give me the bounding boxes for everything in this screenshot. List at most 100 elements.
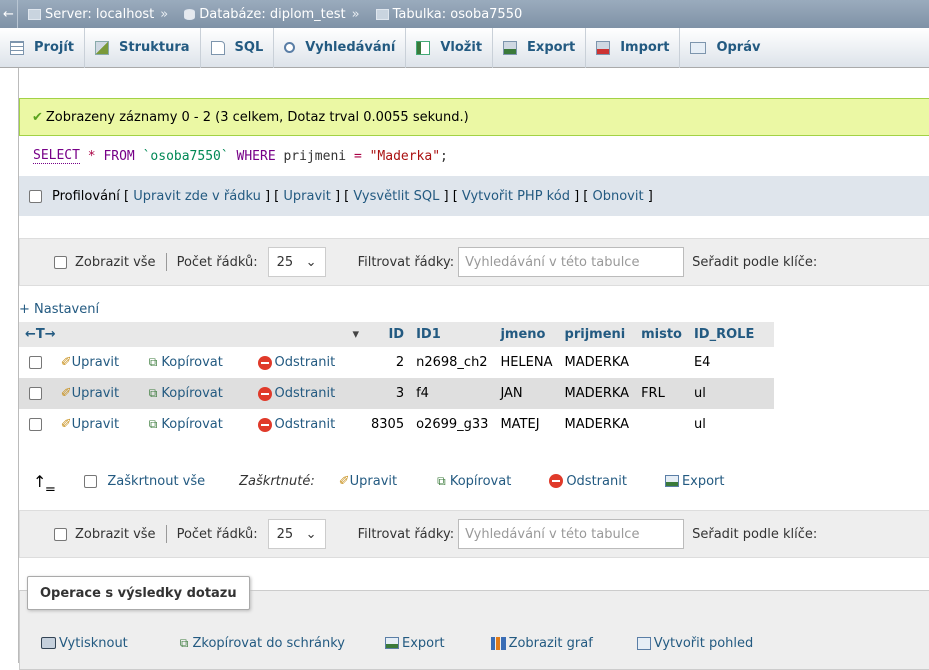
- divider: [165, 525, 167, 543]
- copy-action[interactable]: ⧉ Kopírovat: [142, 378, 252, 409]
- query-operations-title: Operace s výsledky dotazu: [27, 576, 250, 610]
- tab-search[interactable]: Vyhledávání: [274, 27, 407, 68]
- cell-id[interactable]: 2: [365, 347, 411, 378]
- cell-id-role[interactable]: ul: [687, 409, 775, 440]
- column-header-prijmeni[interactable]: prijmeni: [558, 322, 636, 347]
- bulk-delete-button[interactable]: Odstranit: [549, 474, 627, 489]
- rows-select[interactable]: 25 ⌄: [267, 247, 326, 277]
- table-icon: [375, 8, 389, 20]
- column-header-id[interactable]: ID: [365, 322, 411, 347]
- cell-id1[interactable]: o2699_g33: [410, 409, 495, 440]
- view-icon: [636, 636, 651, 650]
- cell-misto[interactable]: [635, 409, 688, 440]
- copy-icon: ⧉: [148, 355, 158, 369]
- sort-label: Seřadit podle klíče:: [692, 254, 818, 270]
- link-refresh[interactable]: Obnovit: [593, 189, 644, 204]
- cell-prijmeni[interactable]: MADERKA: [558, 409, 636, 440]
- print-button[interactable]: Vytisknout: [41, 636, 128, 651]
- bulk-copy-button[interactable]: ⧉ Kopírovat: [437, 474, 511, 489]
- tab-operations[interactable]: Opráv: [680, 28, 770, 68]
- edit-action[interactable]: ✐Upravit: [54, 347, 143, 378]
- settings-link[interactable]: + Nastavení: [19, 302, 99, 317]
- sql-table: `osoba7550`: [142, 148, 229, 164]
- tab-import[interactable]: Import: [586, 27, 681, 68]
- show-all-label[interactable]: Zobrazit vše: [75, 255, 156, 270]
- column-header-id-role[interactable]: ID_ROLE: [687, 322, 775, 347]
- cell-id1[interactable]: n2698_ch2: [410, 347, 495, 378]
- link-create-php[interactable]: Vytvořit PHP kód: [462, 189, 570, 204]
- delete-action[interactable]: Odstranit: [251, 347, 365, 378]
- cell-id-role[interactable]: ul: [687, 378, 775, 409]
- cell-id1[interactable]: f4: [410, 378, 495, 409]
- tab-structure[interactable]: Struktura: [85, 27, 201, 68]
- row-checkbox[interactable]: [29, 356, 42, 369]
- search-icon: [284, 42, 296, 53]
- chevron-down-icon: ⌄: [305, 526, 317, 542]
- tab-menu: Projít Struktura SQL Vyhledávání Vložit …: [0, 27, 929, 68]
- pencil-icon: ✐: [338, 473, 350, 489]
- create-view-button[interactable]: Vytvořit pohled: [636, 636, 753, 651]
- cell-prijmeni[interactable]: MADERKA: [558, 378, 636, 409]
- cell-prijmeni[interactable]: MADERKA: [558, 347, 636, 378]
- breadcrumb-database[interactable]: Databáze: diplom_test: [199, 7, 345, 22]
- breadcrumb-table[interactable]: Tabulka: osoba7550: [393, 7, 523, 22]
- column-header-id1[interactable]: ID1: [410, 322, 495, 347]
- check-all-checkbox[interactable]: [84, 474, 98, 488]
- link-explain-sql[interactable]: Vysvětlit SQL: [353, 189, 439, 204]
- edit-action[interactable]: ✐Upravit: [54, 378, 143, 409]
- filter-label: Filtrovat řádky:: [357, 254, 455, 270]
- table-row: ✐Upravit ⧉ Kopírovat Odstranit 3 f4 JAN …: [19, 378, 775, 409]
- cell-id[interactable]: 8305: [365, 409, 411, 440]
- copy-action[interactable]: ⧉ Kopírovat: [142, 409, 252, 440]
- filter-input[interactable]: Vyhledávání v této tabulce: [458, 247, 685, 277]
- column-arrows-icon[interactable]: ←T→: [25, 327, 56, 342]
- show-all-label[interactable]: Zobrazit vše: [75, 527, 156, 542]
- delete-action[interactable]: Odstranit: [251, 378, 365, 409]
- cell-misto[interactable]: [635, 347, 688, 378]
- show-all-checkbox[interactable]: [54, 527, 67, 541]
- cell-jmeno[interactable]: MATEJ: [494, 409, 559, 440]
- delete-action[interactable]: Odstranit: [251, 409, 365, 440]
- column-header-jmeno[interactable]: jmeno: [494, 322, 559, 347]
- copy-action[interactable]: ⧉ Kopírovat: [142, 347, 252, 378]
- rows-select[interactable]: 25 ⌄: [267, 519, 326, 549]
- bulk-export-button[interactable]: Export: [664, 474, 725, 489]
- operations-icon: [690, 41, 707, 54]
- cell-id-role[interactable]: E4: [687, 347, 775, 378]
- row-checkbox[interactable]: [29, 418, 42, 431]
- delete-icon: [549, 474, 564, 488]
- column-header-misto[interactable]: misto: [635, 322, 688, 347]
- tab-label: Opráv: [716, 40, 761, 55]
- tab-sql[interactable]: SQL: [201, 27, 275, 68]
- sort-dropdown-icon[interactable]: ▾: [352, 327, 359, 342]
- edit-action[interactable]: ✐Upravit: [54, 409, 143, 440]
- show-all-checkbox[interactable]: [54, 255, 67, 269]
- row-checkbox-cell: [19, 378, 55, 409]
- tab-insert[interactable]: Vložit: [406, 27, 494, 68]
- cell-misto[interactable]: FRL: [635, 378, 688, 409]
- check-all-link[interactable]: Zaškrtnout vše: [107, 474, 205, 489]
- tab-export[interactable]: Export: [493, 27, 587, 68]
- row-checkbox[interactable]: [29, 387, 42, 400]
- filter-input[interactable]: Vyhledávání v této tabulce: [458, 519, 685, 549]
- sql-string: "Maderka": [369, 148, 441, 164]
- cell-id[interactable]: 3: [365, 378, 411, 409]
- row-checkbox-cell: [19, 347, 55, 378]
- cell-jmeno[interactable]: HELENA: [494, 347, 559, 378]
- pencil-icon: ✐: [60, 355, 72, 370]
- export-button[interactable]: Export: [385, 636, 445, 651]
- cell-jmeno[interactable]: JAN: [494, 378, 559, 409]
- breadcrumb-server[interactable]: Server: localhost: [45, 7, 154, 22]
- main-content: ✔ Zobrazeny záznamy 0 - 2 (3 celkem, Dot…: [18, 68, 929, 670]
- link-edit[interactable]: Upravit: [283, 189, 330, 204]
- sql-end: ;: [440, 148, 448, 164]
- back-arrow-icon[interactable]: ←: [0, 0, 18, 28]
- profiling-checkbox[interactable]: [29, 189, 42, 203]
- link-inline-edit[interactable]: Upravit zde v řádku: [133, 189, 261, 204]
- show-chart-button[interactable]: Zobrazit graf: [490, 636, 593, 651]
- bulk-edit-button[interactable]: ✐Upravit: [339, 474, 397, 489]
- copy-clipboard-button[interactable]: ⧉ Zkopírovat do schránky: [180, 636, 345, 651]
- tab-browse[interactable]: Projít: [0, 27, 85, 68]
- pencil-icon: ✐: [60, 386, 72, 401]
- table-row: ✐Upravit ⧉ Kopírovat Odstranit 2 n2698_c…: [19, 347, 775, 378]
